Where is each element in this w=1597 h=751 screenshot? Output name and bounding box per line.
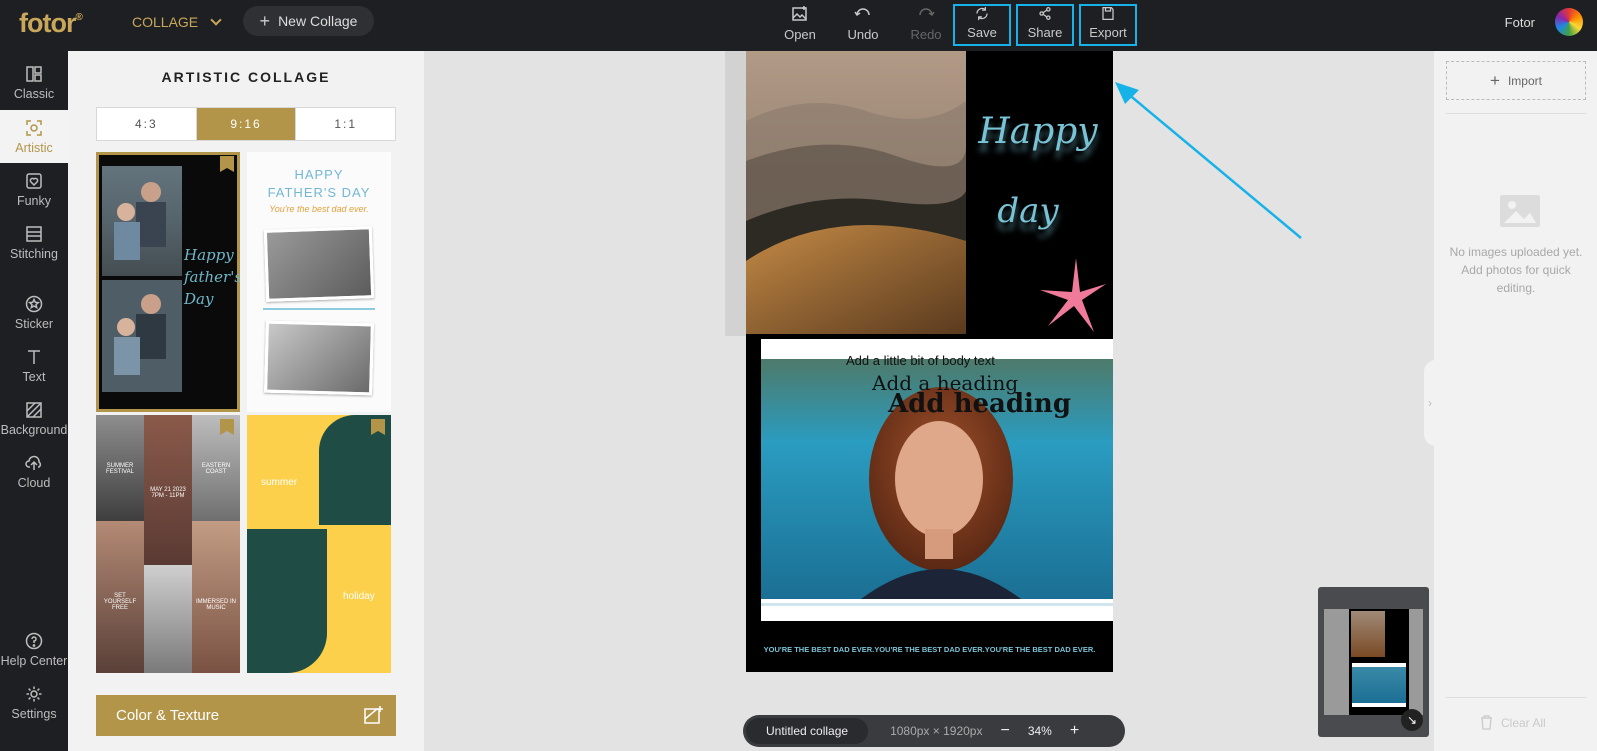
collage-title[interactable]: Untitled collage bbox=[746, 718, 869, 744]
color-texture-button[interactable]: Color & Texture bbox=[96, 695, 396, 736]
template-cell bbox=[192, 521, 240, 673]
poster-footer-text[interactable]: YOU'RE THE BEST DAD EVER.YOU'RE THE BEST… bbox=[746, 645, 1113, 654]
minimap-poster bbox=[1349, 609, 1409, 715]
landscape-photo[interactable] bbox=[746, 51, 966, 334]
collage-poster[interactable]: Happy day Add a little bit of body text … bbox=[746, 51, 1113, 672]
script-text-happy[interactable]: Happy bbox=[968, 111, 1108, 152]
image-open-icon bbox=[792, 6, 807, 21]
zoom-in-button[interactable]: + bbox=[1070, 722, 1079, 740]
share-icon bbox=[1039, 7, 1051, 20]
zoom-level: 34% bbox=[1027, 724, 1052, 738]
image-placeholder-icon bbox=[1500, 195, 1540, 227]
left-nav: Classic Artistic Funky Stitching Sticker… bbox=[0, 51, 68, 751]
template-panel: ARTISTIC COLLAGE 4:3 9:16 1:1 Happy fath… bbox=[68, 51, 424, 751]
grid-icon bbox=[26, 65, 42, 82]
undo-icon bbox=[854, 8, 870, 17]
stitching-icon bbox=[26, 225, 42, 242]
portrait-bottom-line bbox=[761, 603, 1113, 606]
image-add-icon bbox=[364, 706, 383, 724]
panel-divider bbox=[1446, 697, 1586, 698]
script-text-day[interactable]: day bbox=[968, 191, 1088, 231]
export-button[interactable]: Export bbox=[1079, 4, 1137, 46]
template-label: SUMMER FESTIVAL bbox=[106, 463, 134, 475]
template-fathers-day-dark[interactable]: Happy father's Day bbox=[96, 152, 240, 412]
uploads-panel: + Import No images uploaded yet. Add pho… bbox=[1434, 51, 1597, 751]
template-label: EASTERN COAST bbox=[201, 463, 231, 475]
minimap-viewport bbox=[1324, 609, 1423, 715]
template-subtitle: You're the best dad ever. bbox=[269, 204, 369, 214]
color-wheel-icon[interactable] bbox=[1555, 8, 1583, 36]
ratio-tab-4-3[interactable]: 4:3 bbox=[97, 108, 197, 140]
plus-icon: + bbox=[1490, 70, 1500, 90]
zoom-out-button[interactable]: − bbox=[1000, 722, 1009, 740]
nav-text[interactable]: Text bbox=[0, 339, 68, 392]
user-name[interactable]: Fotor bbox=[1505, 15, 1535, 30]
template-label: MAY 21 2023 7PM - 11PM bbox=[150, 487, 186, 499]
save-sync-icon bbox=[976, 6, 988, 21]
save-button[interactable]: Save bbox=[953, 4, 1011, 46]
text-t-icon bbox=[28, 349, 40, 364]
fotor-logo[interactable]: fotor® bbox=[19, 8, 83, 39]
top-bar: fotor® COLLAGE + New Collage Open Undo R… bbox=[0, 0, 1597, 51]
pink-star-sticker[interactable] bbox=[1038, 256, 1108, 336]
template-script-text: Happy father's Day bbox=[184, 246, 240, 308]
empty-uploads-message: No images uploaded yet. Add photos for q… bbox=[1449, 245, 1583, 295]
template-title: HAPPY FATHER'S DAY bbox=[267, 167, 371, 200]
heart-frame-icon bbox=[26, 172, 42, 189]
new-collage-button[interactable]: + New Collage bbox=[243, 6, 374, 36]
ratio-tab-1-1[interactable]: 1:1 bbox=[296, 108, 395, 140]
template-fathers-day-light[interactable]: HAPPY FATHER'S DAY You're the best dad e… bbox=[247, 152, 391, 412]
undo-button[interactable]: Undo bbox=[834, 4, 892, 46]
background-hatch-icon bbox=[26, 401, 42, 418]
collage-menu[interactable]: COLLAGE bbox=[132, 13, 222, 30]
nav-classic[interactable]: Classic bbox=[0, 56, 68, 109]
template-photo-2 bbox=[264, 320, 374, 396]
nav-settings[interactable]: Settings bbox=[0, 676, 68, 729]
body-text[interactable]: Add a little bit of body text bbox=[846, 353, 995, 368]
trash-icon bbox=[1481, 715, 1492, 730]
artistic-icon bbox=[26, 119, 42, 136]
clear-all-button[interactable]: Clear All bbox=[1480, 715, 1546, 730]
share-button[interactable]: Share bbox=[1016, 4, 1074, 46]
redo-button[interactable]: Redo bbox=[897, 4, 955, 46]
help-icon bbox=[25, 632, 43, 649]
template-photo-1 bbox=[263, 226, 375, 302]
panel-title: ARTISTIC COLLAGE bbox=[161, 69, 331, 85]
collage-menu-label: COLLAGE bbox=[132, 14, 199, 30]
nav-help-center[interactable]: Help Center bbox=[0, 623, 68, 676]
template-summer-holiday[interactable]: summer holiday bbox=[247, 415, 391, 673]
redo-icon bbox=[919, 8, 935, 17]
chevron-down-icon bbox=[210, 13, 222, 26]
template-divider bbox=[263, 308, 375, 310]
nav-cloud[interactable]: Cloud bbox=[0, 445, 68, 498]
template-label: summer bbox=[261, 477, 298, 488]
cloud-upload-icon bbox=[25, 455, 42, 470]
nav-background[interactable]: Background bbox=[0, 392, 68, 445]
open-button[interactable]: Open bbox=[771, 4, 829, 46]
canvas-status-bar: Untitled collage 1080px × 1920px − 34% + bbox=[743, 715, 1125, 747]
minimap[interactable]: ↘ bbox=[1318, 587, 1429, 737]
template-cell bbox=[144, 565, 192, 673]
template-label: holiday bbox=[343, 591, 375, 602]
export-icon bbox=[1102, 7, 1114, 20]
collapse-minimap-icon[interactable]: ↘ bbox=[1401, 709, 1423, 731]
nav-artistic[interactable]: Artistic bbox=[0, 110, 68, 163]
nav-stitching[interactable]: Stitching bbox=[0, 216, 68, 269]
nav-sticker[interactable]: Sticker bbox=[0, 286, 68, 339]
ratio-tabs: 4:3 9:16 1:1 bbox=[96, 107, 396, 141]
template-cell bbox=[247, 529, 327, 673]
gear-icon bbox=[26, 686, 42, 701]
template-label: SET YOURSELF FREE bbox=[103, 593, 137, 611]
ratio-tab-9-16[interactable]: 9:16 bbox=[196, 108, 297, 140]
import-button[interactable]: + Import bbox=[1446, 61, 1586, 100]
nav-funky[interactable]: Funky bbox=[0, 163, 68, 216]
heading-text[interactable]: Add heading bbox=[888, 389, 1071, 419]
canvas-dimensions: 1080px × 1920px bbox=[890, 724, 983, 738]
star-circle-icon bbox=[25, 295, 43, 312]
panel-divider bbox=[1446, 113, 1586, 114]
plus-icon: + bbox=[259, 10, 271, 31]
template-summer-festival[interactable]: SUMMER FESTIVAL EASTERN COAST MAY 21 202… bbox=[96, 415, 240, 673]
template-label: IMMERSED IN MUSIC bbox=[196, 599, 237, 611]
